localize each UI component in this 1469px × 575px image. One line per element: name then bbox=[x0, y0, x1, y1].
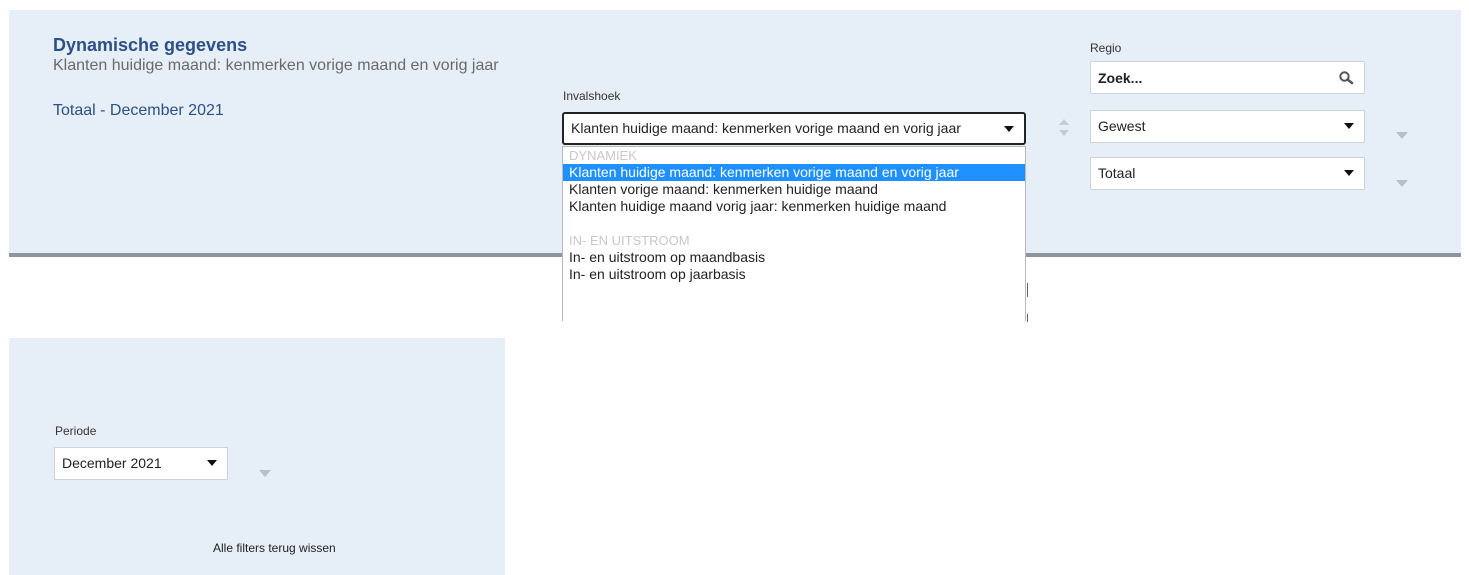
regio-label: Regio bbox=[1090, 41, 1122, 55]
dropdown-option[interactable]: In- en uitstroom op maandbasis bbox=[563, 249, 1025, 266]
sort-down-icon[interactable] bbox=[1059, 130, 1069, 136]
invalshoek-dropdown-list[interactable]: DYNAMIEK Klanten huidige maand: kenmerke… bbox=[562, 146, 1026, 321]
periode-value: December 2021 bbox=[62, 455, 162, 471]
regio-level-select[interactable]: Gewest bbox=[1090, 110, 1365, 143]
chevron-down-icon[interactable] bbox=[259, 470, 271, 477]
search-icon[interactable] bbox=[1338, 70, 1354, 86]
regio-level-value: Gewest bbox=[1098, 118, 1146, 134]
regio-area-value: Totaal bbox=[1098, 165, 1136, 181]
chevron-down-icon bbox=[207, 460, 217, 466]
option-group-spacer bbox=[563, 215, 1025, 232]
chevron-down-icon bbox=[1344, 170, 1354, 176]
page-title: Dynamische gegevens bbox=[53, 35, 248, 55]
chevron-down-icon[interactable] bbox=[1396, 180, 1408, 187]
scrollbar-mark bbox=[1027, 314, 1028, 322]
page-period-line: Totaal - December 2021 bbox=[53, 102, 224, 119]
invalshoek-select[interactable]: Klanten huidige maand: kenmerken vorige … bbox=[562, 112, 1026, 145]
regio-area-select[interactable]: Totaal bbox=[1090, 157, 1365, 190]
dropdown-option[interactable]: Klanten vorige maand: kenmerken huidige … bbox=[563, 181, 1025, 198]
periode-label: Periode bbox=[55, 424, 97, 438]
regio-search-input[interactable] bbox=[1098, 68, 1318, 88]
dropdown-option[interactable]: In- en uitstroom op jaarbasis bbox=[563, 266, 1025, 283]
option-group-header: IN- EN UITSTROOM bbox=[569, 233, 690, 248]
chevron-down-icon bbox=[1344, 123, 1354, 129]
periode-select[interactable]: December 2021 bbox=[54, 447, 228, 480]
invalshoek-select-value: Klanten huidige maand: kenmerken vorige … bbox=[571, 120, 961, 136]
sort-up-icon[interactable] bbox=[1059, 119, 1069, 125]
dropdown-option[interactable]: Klanten huidige maand vorig jaar: kenmer… bbox=[563, 198, 1025, 215]
chevron-down-icon bbox=[1004, 126, 1014, 132]
dropdown-option[interactable]: Klanten huidige maand: kenmerken vorige … bbox=[563, 164, 1025, 181]
clear-filters-link[interactable]: Alle filters terug wissen bbox=[213, 541, 336, 555]
invalshoek-label: Invalshoek bbox=[563, 89, 621, 103]
page-subtitle: Klanten huidige maand: kenmerken vorige … bbox=[53, 57, 499, 74]
chevron-down-icon[interactable] bbox=[1396, 132, 1408, 139]
option-group-header: DYNAMIEK bbox=[569, 148, 637, 163]
scrollbar-mark bbox=[1027, 283, 1028, 297]
regio-search-box[interactable] bbox=[1090, 61, 1365, 94]
